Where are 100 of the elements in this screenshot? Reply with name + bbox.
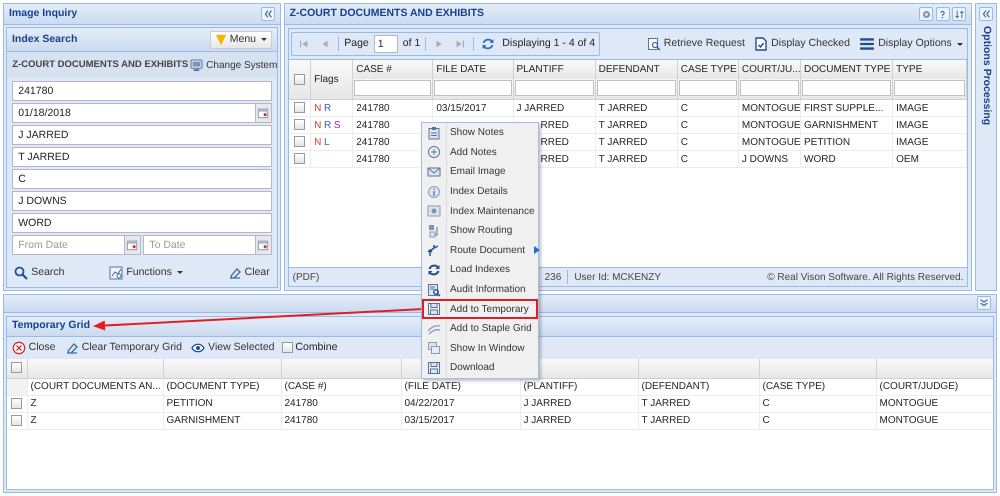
filter-field[interactable] — [740, 80, 799, 96]
table-cell: 241780 — [356, 154, 390, 164]
field-label: (COURT DOCUMENTS AN... — [30, 381, 161, 392]
filter-field[interactable] — [596, 80, 676, 96]
status-text: 236 — [544, 270, 562, 284]
collapse-button[interactable] — [977, 296, 991, 310]
eraser-icon — [228, 266, 242, 280]
table-cell: 241780 — [284, 398, 318, 410]
flag-letter: R — [324, 102, 332, 116]
table-cell: T JARRED — [598, 102, 648, 114]
menu-item[interactable]: Email Image — [422, 162, 538, 182]
date-field[interactable]: From Date — [12, 234, 125, 255]
date-field[interactable]: 01/18/2018 — [12, 102, 256, 123]
table-cell: WORD — [804, 154, 836, 164]
table-cell: C — [762, 398, 770, 410]
status-text: (PDF) — [292, 272, 320, 282]
clipboard-icon — [427, 126, 441, 140]
menu-button[interactable]: Menu — [210, 30, 272, 48]
menu-item[interactable]: Index Details — [422, 182, 538, 202]
table-cell: IMAGE — [896, 102, 928, 114]
collapse-icon — [980, 8, 992, 20]
checkbox[interactable] — [294, 136, 305, 148]
filter-field[interactable] — [802, 80, 892, 96]
menu-item[interactable]: Show In Window — [422, 338, 538, 358]
input-field[interactable]: J JARRED — [12, 124, 272, 145]
menu-item[interactable]: Load Indexes — [422, 260, 538, 280]
checkbox[interactable] — [294, 74, 305, 85]
checkbox[interactable] — [11, 414, 22, 426]
filter-field[interactable] — [434, 80, 512, 96]
table-cell: IMAGE — [896, 120, 928, 130]
envelope-icon — [427, 164, 441, 179]
view-selected-button[interactable]: View Selected — [189, 340, 277, 356]
submenu-arrow-icon — [534, 246, 540, 254]
clear-button[interactable]: Clear — [226, 264, 272, 280]
section-title: Index Search — [12, 32, 78, 47]
menu-item[interactable]: Add to Temporary — [422, 299, 538, 319]
table-cell: IMAGE — [896, 136, 928, 148]
menu-item[interactable]: Route Document — [422, 240, 538, 260]
document-check-icon — [754, 37, 768, 51]
flag-letter: S — [334, 118, 341, 132]
settings-button[interactable] — [919, 7, 934, 21]
info-icon — [427, 184, 441, 199]
swap-button[interactable] — [952, 7, 966, 21]
collapse-button[interactable] — [261, 7, 275, 21]
menu-item[interactable]: Index Maintenance — [422, 201, 538, 221]
input-field[interactable]: C — [12, 168, 272, 189]
checkbox[interactable] — [294, 153, 305, 164]
calendar-icon — [257, 106, 270, 119]
checkbox[interactable] — [11, 362, 22, 374]
table-cell: C — [680, 154, 688, 164]
table-cell: T JARRED — [598, 136, 648, 148]
filter-field[interactable] — [678, 80, 737, 96]
page-label: Page — [344, 36, 369, 52]
page-count: of 1 — [402, 36, 420, 52]
table-cell: J DOWNS — [742, 154, 788, 164]
menu-item[interactable]: Show Routing — [422, 220, 538, 241]
table-cell: C — [680, 102, 688, 114]
calendar-button[interactable] — [124, 234, 141, 255]
clear-grid-button[interactable]: Clear Temporary Grid — [62, 340, 184, 356]
expand-button[interactable] — [979, 6, 993, 21]
input-field[interactable]: 241780 — [12, 80, 272, 101]
table-cell: C — [680, 120, 688, 130]
input-field[interactable]: J DOWNS — [12, 190, 272, 211]
checkbox[interactable] — [294, 119, 305, 130]
refresh-icon — [427, 262, 441, 277]
table-cell: MONTOGUE — [880, 398, 938, 410]
table-cell: 03/15/2017 — [404, 415, 455, 426]
input-field[interactable]: T JARRED — [12, 146, 272, 167]
menu-item[interactable]: Audit Information — [422, 280, 538, 300]
menu-item[interactable]: Show Notes — [422, 123, 538, 143]
retrieve-request-button[interactable]: Retrieve Request — [644, 36, 747, 52]
close-button[interactable]: Close — [10, 340, 58, 356]
table-cell: OEM — [896, 154, 919, 164]
display-options-button[interactable]: Display Options — [857, 36, 965, 52]
display-checked-button[interactable]: Display Checked — [752, 36, 852, 52]
flag-letter: R — [324, 118, 332, 132]
checkbox[interactable] — [294, 102, 305, 114]
calendar-button[interactable] — [256, 234, 272, 255]
column-header[interactable]: Flags — [314, 74, 339, 85]
checkbox[interactable] — [11, 398, 22, 409]
field-label: (DOCUMENT TYPE) — [166, 381, 260, 392]
page-field[interactable]: 1 — [374, 35, 398, 53]
filter-field[interactable] — [354, 80, 432, 96]
date-field[interactable]: To Date — [143, 234, 256, 255]
table-cell: FIRST SUPPLE... — [804, 102, 884, 114]
search-button[interactable]: Search — [12, 264, 67, 280]
help-button[interactable] — [936, 7, 950, 21]
change-system-button[interactable]: Change System — [188, 58, 280, 72]
filter-field[interactable] — [514, 80, 594, 96]
calendar-button[interactable] — [256, 102, 272, 123]
menu-item[interactable]: Add Notes — [422, 142, 538, 162]
menu-item[interactable]: Download — [422, 358, 538, 378]
functions-button[interactable]: Functions — [107, 264, 185, 280]
table-cell: RRED — [540, 136, 569, 148]
collapse-icon — [262, 8, 274, 20]
input-field[interactable]: WORD — [12, 212, 272, 233]
split-arrow-icon — [427, 243, 441, 258]
checkbox[interactable] — [282, 342, 293, 354]
menu-item[interactable]: Add to Staple Grid — [422, 318, 538, 339]
filter-field[interactable] — [894, 80, 966, 96]
